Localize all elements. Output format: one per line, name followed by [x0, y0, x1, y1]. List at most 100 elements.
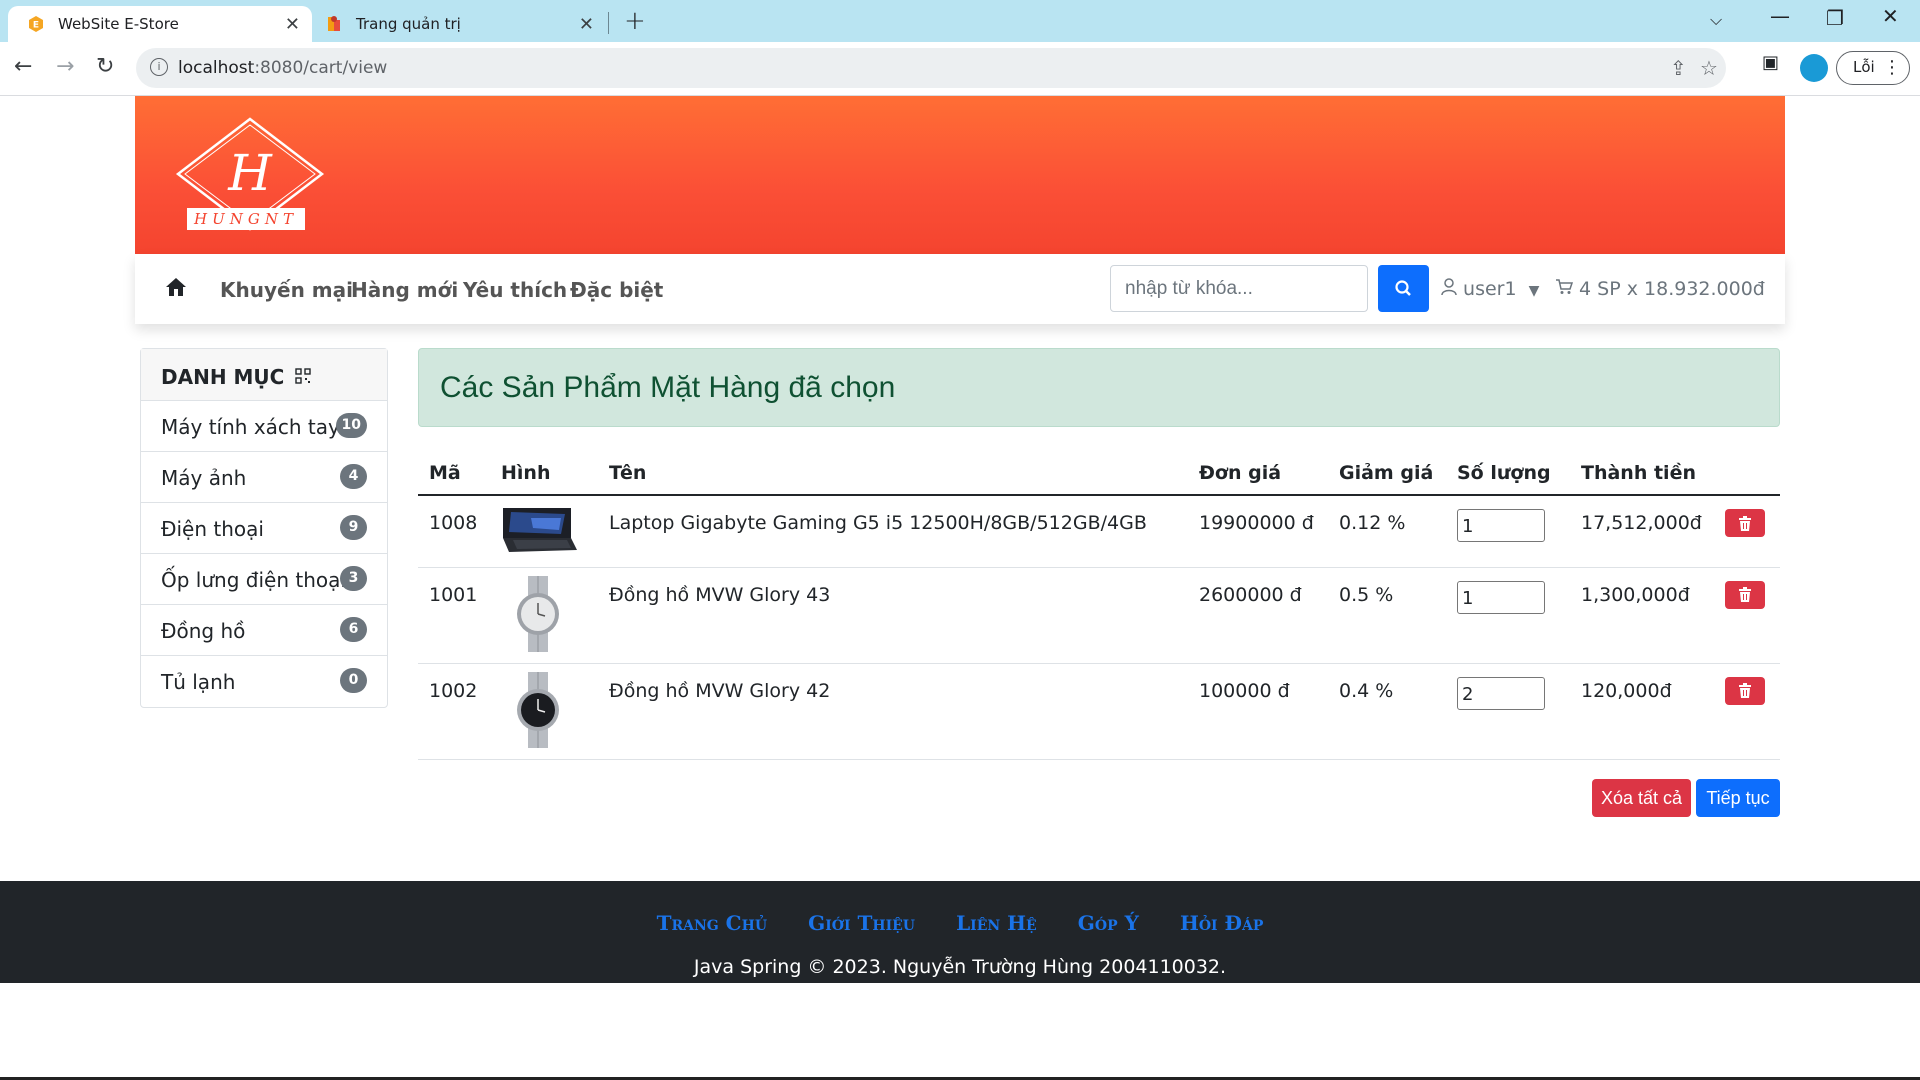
sidebar-item-label: Điện thoại	[161, 517, 264, 541]
search-icon	[1395, 280, 1411, 296]
nav-hang-moi[interactable]: Hàng mới	[351, 278, 458, 302]
username: user1	[1463, 278, 1517, 300]
col-header-image: Hình	[490, 452, 598, 496]
table-header-row: Mã Hình Tên Đơn giá Giảm giá Số lượng Th…	[418, 452, 1780, 496]
nav-dac-biet[interactable]: Đặc biệt	[570, 278, 663, 302]
count-badge: 10	[335, 413, 367, 438]
product-image	[490, 567, 598, 664]
cart-icon	[1555, 278, 1579, 300]
side-panel-icon[interactable]: ▣	[1762, 52, 1779, 73]
svg-text:HUNGNT: HUNGNT	[193, 210, 298, 228]
unit-price: 100000 đ	[1188, 663, 1328, 760]
col-header-id: Mã	[418, 452, 490, 496]
close-tab-icon[interactable]: ✕	[579, 14, 594, 35]
line-total: 1,300,000đ	[1570, 567, 1714, 664]
category-sidebar: DANH MỤC Máy tính xách tay 10 Máy ảnh 4 Đi…	[140, 348, 388, 708]
url-path: :8080/cart/view	[254, 58, 388, 78]
col-header-name: Tên	[598, 452, 1188, 496]
site-logo[interactable]: H HUNGNT	[175, 116, 325, 236]
delete-item-button[interactable]	[1725, 580, 1765, 609]
product-name: Đồng hồ MVW Glory 42	[598, 663, 1188, 760]
count-badge: 9	[340, 515, 367, 540]
footer-link-about[interactable]: Giới Thiệu	[808, 911, 915, 935]
close-window-icon[interactable]: ✕	[1882, 4, 1899, 28]
footer-link-contact[interactable]: Liên Hệ	[956, 911, 1037, 935]
sidebar-item-label: Tủ lạnh	[161, 670, 236, 694]
forward-icon[interactable]: →	[56, 54, 74, 79]
discount: 0.12 %	[1328, 495, 1446, 568]
restore-icon[interactable]: ❐	[1826, 6, 1844, 30]
tab-search-chevron-icon[interactable]: ⌵	[1710, 10, 1722, 30]
sidebar-item-phone[interactable]: Điện thoại 9	[141, 503, 387, 554]
caret-down-icon: ▼	[1528, 283, 1540, 299]
cart-summary-link[interactable]: 4 SP x 18.932.000đ	[1555, 278, 1765, 300]
trash-icon	[1739, 683, 1751, 698]
clear-all-button[interactable]: Xóa tất cả	[1592, 779, 1691, 817]
main-navbar: Khuyến mại Hàng mới Yêu thích Đặc biệt n…	[135, 254, 1785, 324]
footer-link-faq[interactable]: Hỏi Đáp	[1180, 911, 1263, 935]
quantity-input[interactable]: 1	[1457, 580, 1545, 614]
product-id: 1001	[418, 567, 490, 664]
delete-item-button[interactable]	[1725, 676, 1765, 705]
col-header-quantity: Số lượng	[1446, 452, 1570, 496]
laptop-image	[503, 508, 577, 552]
unit-price: 19900000 đ	[1188, 495, 1328, 568]
search-input[interactable]: nhập từ khóa...	[1110, 265, 1368, 312]
tab-trang-quan-tri[interactable]: Trang quản trị ✕	[316, 6, 606, 42]
footer-link-feedback[interactable]: Góp Ý	[1078, 911, 1139, 935]
count-badge: 0	[340, 668, 367, 693]
home-icon[interactable]	[165, 276, 187, 302]
footer-link-home[interactable]: Trang Chủ	[657, 911, 767, 935]
footer-links: Trang Chủ Giới Thiệu Liên Hệ Góp Ý Hỏi Đ…	[0, 911, 1920, 935]
sidebar-item-label: Máy ảnh	[161, 466, 247, 490]
sidebar-item-laptop[interactable]: Máy tính xách tay 10	[141, 401, 387, 452]
table-row: 1001 Đồng hồ MVW Glory 43 2600000 đ 0.5 …	[418, 567, 1780, 664]
delete-item-button[interactable]	[1725, 509, 1765, 537]
count-badge: 4	[340, 464, 367, 489]
nav-khuyen-mai[interactable]: Khuyến mại	[220, 278, 353, 302]
site-info-icon[interactable]: i	[150, 58, 168, 76]
reload-icon[interactable]: ↻	[96, 54, 114, 79]
trash-icon	[1739, 587, 1751, 602]
col-header-discount: Giảm giá	[1328, 452, 1446, 496]
line-total: 120,000đ	[1570, 663, 1714, 760]
profile-avatar-icon[interactable]	[1800, 54, 1828, 82]
share-icon[interactable]: ⇪	[1670, 56, 1687, 80]
table-row: 1002 Đồng hồ MVW Glory 42 100000 đ 0.4 %…	[418, 663, 1780, 760]
close-tab-icon[interactable]: ✕	[285, 14, 300, 35]
new-tab-icon[interactable]: +	[624, 6, 646, 36]
continue-button[interactable]: Tiếp tục	[1696, 779, 1780, 817]
back-icon[interactable]: ←	[14, 54, 32, 79]
cart-summary-text: 4 SP x 18.932.000đ	[1579, 278, 1765, 300]
sidebar-item-phone-case[interactable]: Ốp lưng điện thoại 3	[141, 554, 387, 605]
url-field[interactable]: i localhost:8080/cart/view ⇪ ☆	[136, 48, 1726, 88]
tab-title: Trang quản trị	[356, 15, 461, 33]
quantity-input[interactable]: 2	[1457, 676, 1545, 710]
quantity-input[interactable]: 1	[1457, 509, 1545, 542]
browser-tab-bar: E WebSite E-Store ✕ Trang quản trị ✕ + ⌵…	[0, 0, 1920, 42]
tab-website-estore[interactable]: E WebSite E-Store ✕	[8, 6, 312, 42]
search-button[interactable]	[1378, 265, 1429, 312]
product-image	[490, 495, 598, 568]
sidebar-item-label: Đồng hồ	[161, 619, 246, 643]
error-button[interactable]: Lỗi	[1836, 51, 1910, 85]
sidebar-item-fridge[interactable]: Tủ lạnh 0	[141, 656, 387, 707]
cart-table: Mã Hình Tên Đơn giá Giảm giá Số lượng Th…	[418, 452, 1780, 760]
product-name: Đồng hồ MVW Glory 43	[598, 567, 1188, 664]
product-image	[490, 663, 598, 760]
sidebar-item-label: Máy tính xách tay	[161, 415, 340, 439]
nav-yeu-thich[interactable]: Yêu thích	[463, 278, 567, 302]
user-dropdown[interactable]: user1 ▼	[1441, 278, 1539, 300]
table-row: 1008 Laptop Gigabyte Gaming G5 i5 12500H…	[418, 495, 1780, 568]
address-bar: ← → ↻ i localhost:8080/cart/view ⇪ ☆ ▣ L…	[0, 42, 1920, 96]
sidebar-item-camera[interactable]: Máy ảnh 4	[141, 452, 387, 503]
discount: 0.4 %	[1328, 663, 1446, 760]
bookmark-star-icon[interactable]: ☆	[1700, 56, 1718, 80]
minimize-icon[interactable]: —	[1770, 4, 1790, 28]
site-footer: Trang Chủ Giới Thiệu Liên Hệ Góp Ý Hỏi Đ…	[0, 881, 1920, 983]
svg-text:E: E	[33, 21, 39, 31]
trash-icon	[1739, 515, 1751, 531]
col-header-actions	[1714, 452, 1780, 496]
svg-text:H: H	[227, 144, 273, 202]
sidebar-item-watch[interactable]: Đồng hồ 6	[141, 605, 387, 656]
